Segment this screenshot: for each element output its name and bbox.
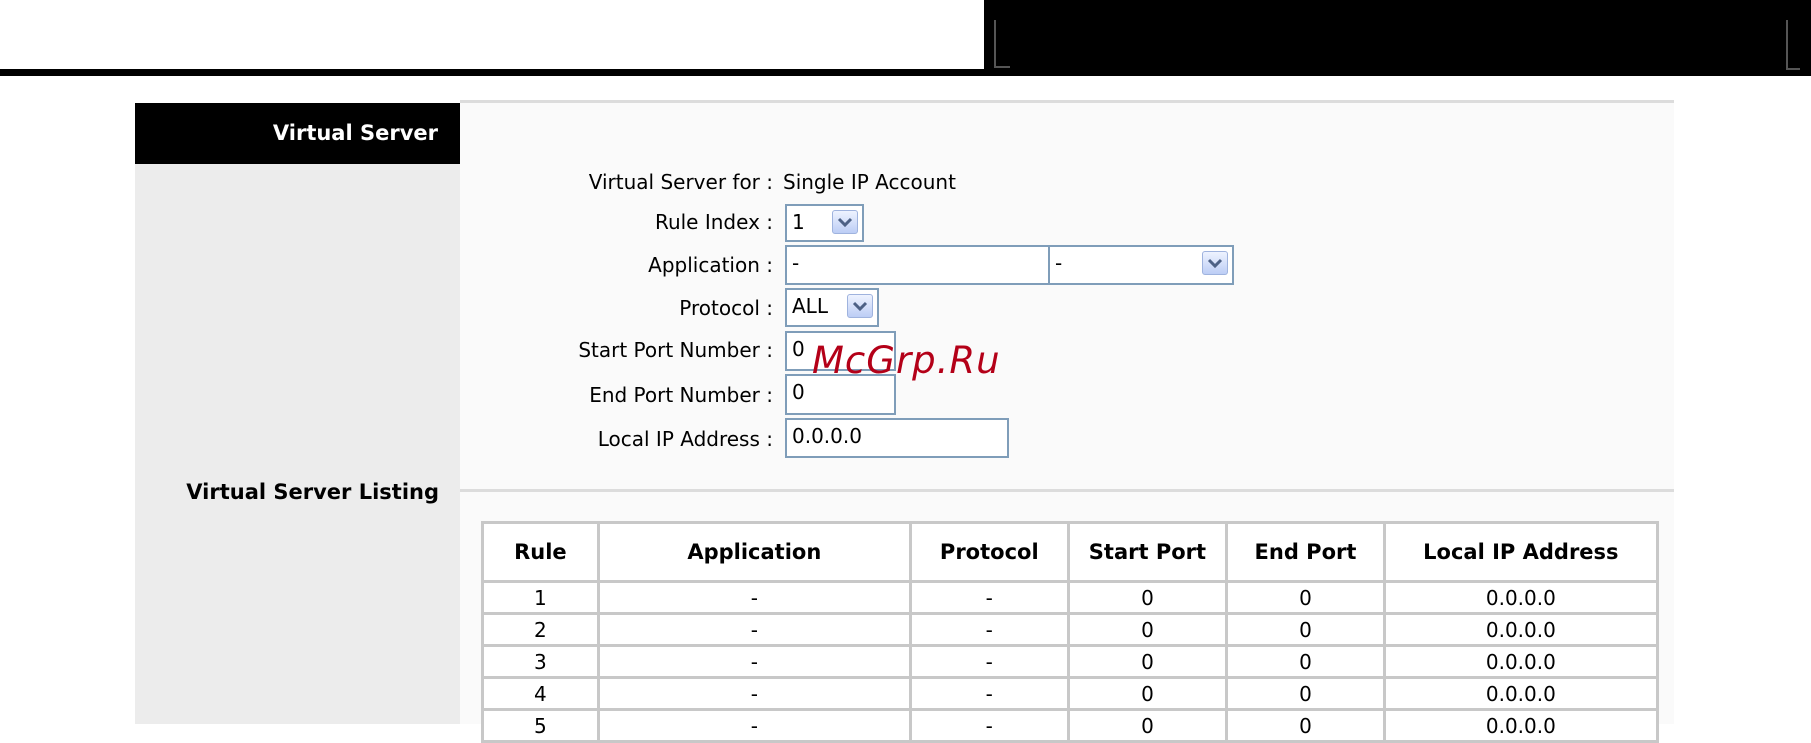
cell-local-ip: 0.0.0.0 — [1382, 676, 1660, 711]
table-header-row: Rule Application Protocol Start Port End… — [481, 521, 1660, 583]
cell-protocol: - — [908, 676, 1070, 711]
application-select-value: - — [1055, 251, 1063, 275]
cell-rule: 3 — [481, 644, 600, 679]
for-value: Single IP Account — [783, 170, 956, 194]
cell-protocol: - — [908, 612, 1070, 647]
end-port-label: End Port Number : — [589, 383, 773, 407]
column-header-start-port: Start Port — [1066, 521, 1229, 583]
column-header-application: Application — [596, 521, 912, 583]
column-header-rule: Rule — [481, 521, 600, 583]
local-ip-label: Local IP Address : — [597, 427, 773, 451]
header-banner — [984, 0, 1811, 76]
rule-index-select[interactable]: 1 — [785, 204, 864, 242]
for-label: Virtual Server for : — [588, 170, 773, 194]
cell-end-port: 0 — [1225, 644, 1386, 679]
corner-mark-left — [994, 20, 1010, 68]
cell-local-ip: 0.0.0.0 — [1382, 612, 1660, 647]
application-input[interactable]: - — [785, 245, 1050, 285]
table-row: 2 - - 0 0 0.0.0.0 — [481, 612, 1660, 647]
table-row: 4 - - 0 0 0.0.0.0 — [481, 676, 1660, 711]
table-row: 1 - - 0 0 0.0.0.0 — [481, 580, 1660, 615]
cell-local-ip: 0.0.0.0 — [1382, 708, 1660, 743]
cell-start-port: 0 — [1066, 644, 1229, 679]
cell-end-port: 0 — [1225, 580, 1386, 615]
protocol-label: Protocol : — [679, 296, 773, 320]
chevron-down-icon[interactable] — [832, 210, 858, 234]
cell-end-port: 0 — [1225, 708, 1386, 743]
rule-index-label: Rule Index : — [654, 210, 773, 234]
cell-local-ip: 0.0.0.0 — [1382, 580, 1660, 615]
table-row: 3 - - 0 0 0.0.0.0 — [481, 644, 1660, 679]
divider-top — [460, 100, 1674, 103]
column-header-end-port: End Port — [1225, 521, 1386, 583]
cell-application: - — [596, 708, 912, 743]
cell-application: - — [596, 580, 912, 615]
rule-index-value: 1 — [792, 210, 805, 234]
left-column — [135, 103, 460, 724]
cell-application: - — [596, 644, 912, 679]
start-port-label: Start Port Number : — [578, 338, 773, 362]
application-select[interactable]: - — [1048, 245, 1234, 285]
cell-local-ip: 0.0.0.0 — [1382, 644, 1660, 679]
cell-protocol: - — [908, 708, 1070, 743]
cell-rule: 5 — [481, 708, 600, 743]
cell-rule: 4 — [481, 676, 600, 711]
cell-application: - — [596, 676, 912, 711]
cell-start-port: 0 — [1066, 708, 1229, 743]
cell-end-port: 0 — [1225, 676, 1386, 711]
header-rule — [0, 69, 1811, 76]
local-ip-value: 0.0.0.0 — [792, 424, 862, 448]
listing-title: Virtual Server Listing — [186, 480, 439, 504]
virtual-server-table: Rule Application Protocol Start Port End… — [481, 521, 1660, 743]
end-port-value: 0 — [792, 380, 805, 404]
cell-end-port: 0 — [1225, 612, 1386, 647]
start-port-value: 0 — [792, 337, 805, 361]
column-header-protocol: Protocol — [908, 521, 1070, 583]
corner-mark-right — [1786, 20, 1800, 70]
section-title: Virtual Server — [135, 103, 460, 164]
application-input-value: - — [792, 251, 800, 275]
application-label: Application : — [648, 253, 773, 277]
cell-rule: 1 — [481, 580, 600, 615]
divider-middle — [460, 489, 1674, 492]
cell-start-port: 0 — [1066, 580, 1229, 615]
protocol-value: ALL — [792, 294, 828, 318]
table-row: 5 - - 0 0 0.0.0.0 — [481, 708, 1660, 743]
watermark-text: McGrp.Ru — [812, 339, 1001, 382]
protocol-select[interactable]: ALL — [785, 288, 879, 327]
chevron-down-icon[interactable] — [847, 294, 873, 318]
cell-protocol: - — [908, 580, 1070, 615]
local-ip-input[interactable]: 0.0.0.0 — [785, 418, 1009, 458]
cell-application: - — [596, 612, 912, 647]
column-header-local-ip: Local IP Address — [1382, 521, 1660, 583]
cell-protocol: - — [908, 644, 1070, 679]
cell-start-port: 0 — [1066, 612, 1229, 647]
cell-start-port: 0 — [1066, 676, 1229, 711]
cell-rule: 2 — [481, 612, 600, 647]
chevron-down-icon[interactable] — [1202, 251, 1228, 275]
